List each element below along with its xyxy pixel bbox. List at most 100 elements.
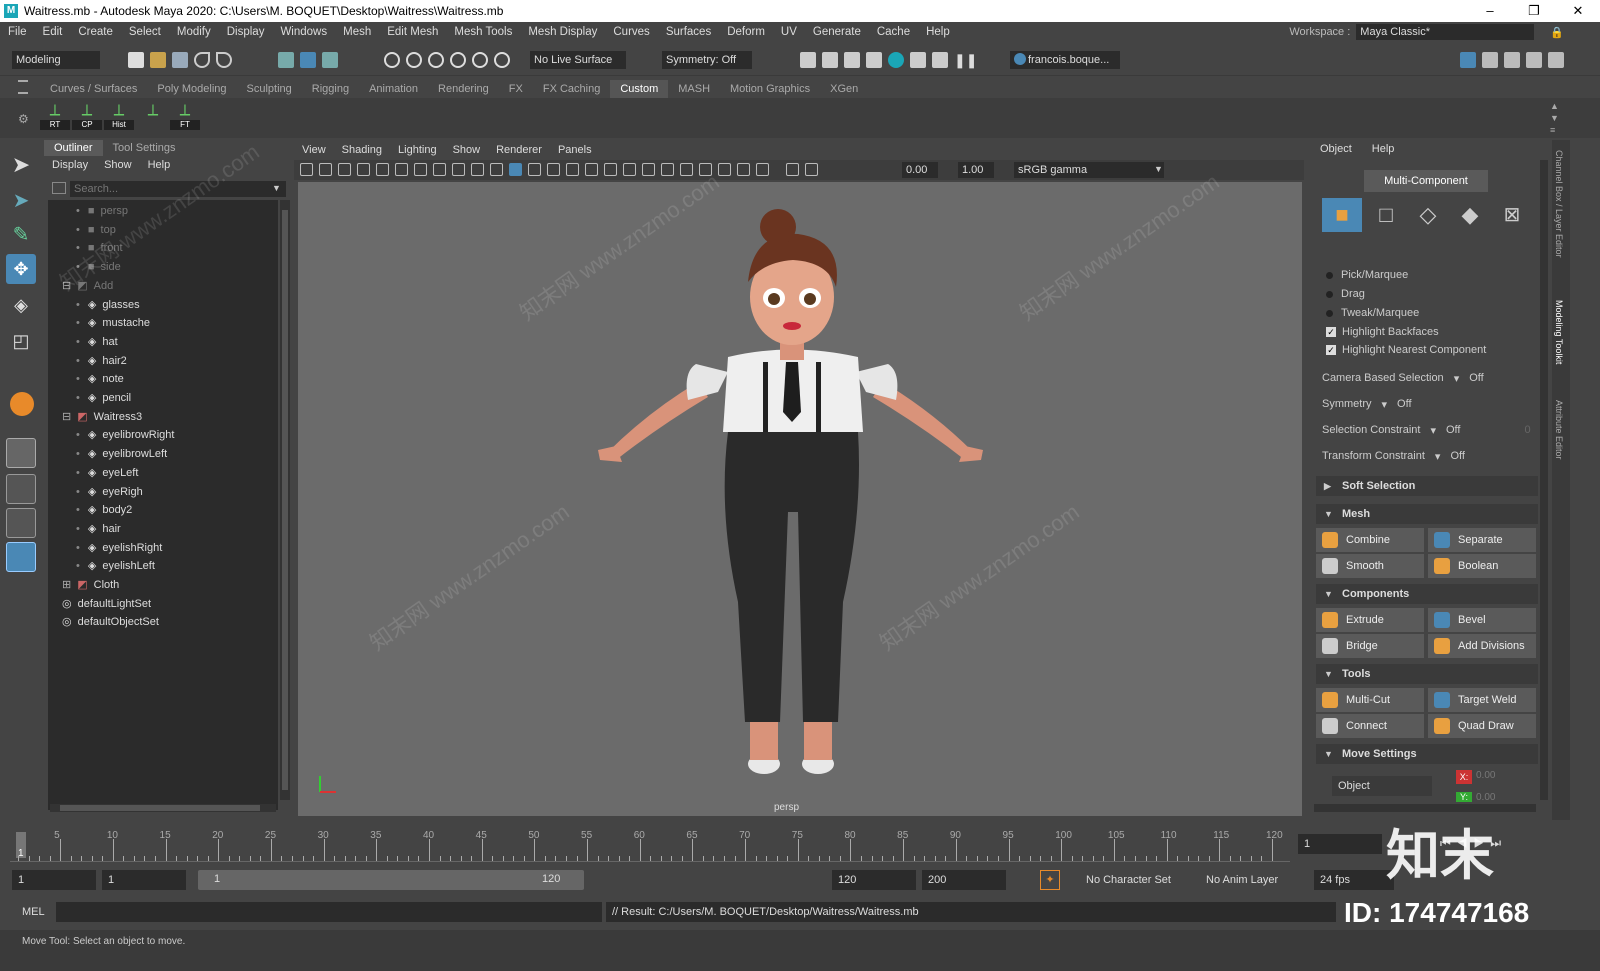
two-view-layout-icon[interactable] <box>6 508 36 538</box>
shelf-tab-sculpting[interactable]: Sculpting <box>237 80 302 98</box>
outliner-item[interactable]: • ◈ hair <box>76 520 121 538</box>
select-component-icon[interactable] <box>322 52 338 68</box>
outliner-item[interactable]: • ◈ eyelishRight <box>76 539 162 557</box>
menu-uv[interactable]: UV <box>773 26 805 38</box>
lock-icon[interactable]: 🔒 <box>1550 26 1564 39</box>
snap-grid-icon[interactable] <box>384 52 400 68</box>
character-controls-icon[interactable] <box>1482 52 1498 68</box>
face-mode-icon[interactable]: ◆ <box>1450 198 1490 232</box>
anti-aliasing-icon[interactable] <box>642 163 655 176</box>
menu-edit-mesh[interactable]: Edit Mesh <box>379 26 446 38</box>
outliner-item[interactable]: • ◈ hair2 <box>76 352 127 370</box>
mtk-menu-object[interactable]: Object <box>1310 143 1362 155</box>
target-weld-button[interactable]: Target Weld <box>1428 688 1536 712</box>
viewport-menu-view[interactable]: View <box>294 144 334 156</box>
rotate-tool-icon[interactable]: ◈ <box>6 290 36 320</box>
save-scene-icon[interactable] <box>172 52 188 68</box>
ambient-occlusion-icon[interactable] <box>604 163 617 176</box>
expand-toggle-icon[interactable]: ⊟ <box>62 411 71 423</box>
xray-active-icon[interactable] <box>737 163 750 176</box>
move-settings-section[interactable]: Move Settings <box>1316 744 1538 764</box>
menu-mesh[interactable]: Mesh <box>335 26 379 38</box>
select-hierarchy-icon[interactable] <box>278 52 294 68</box>
extrude-button[interactable]: Extrude <box>1316 608 1424 632</box>
drag-radio[interactable]: Drag <box>1326 288 1365 300</box>
tab-tool-settings[interactable]: Tool Settings <box>103 140 186 156</box>
section-tools[interactable]: Tools <box>1316 664 1538 684</box>
edge-mode-icon[interactable]: ◇ <box>1408 198 1448 232</box>
outliner-item[interactable]: • ■ top <box>76 221 116 239</box>
tab-outliner[interactable]: Outliner <box>44 140 103 156</box>
expand-toggle-icon[interactable]: ⊟ <box>62 280 71 292</box>
outliner-item[interactable]: • ◈ body2 <box>76 501 132 519</box>
shelf-button-rt[interactable]: ⟂ RT <box>40 102 70 130</box>
shelf-tab-mash[interactable]: MASH <box>668 80 720 98</box>
shelf-menu-icon[interactable] <box>18 80 28 94</box>
vertex-mode-icon[interactable]: □ <box>1366 198 1406 232</box>
menu-curves[interactable]: Curves <box>605 26 657 38</box>
safe-title-icon[interactable] <box>490 163 503 176</box>
grid-icon[interactable] <box>376 163 389 176</box>
shelf-tab-fx[interactable]: FX <box>499 80 533 98</box>
prop-camera-based-selection[interactable]: Camera Based Selection ▾ Off <box>1322 372 1484 385</box>
outliner-item[interactable]: • ◈ note <box>76 370 124 388</box>
image-plane-icon[interactable] <box>357 163 370 176</box>
menu-help[interactable]: Help <box>918 26 958 38</box>
shelf-tab-animation[interactable]: Animation <box>359 80 428 98</box>
outliner-item[interactable]: • ■ side <box>76 258 121 276</box>
symmetry-select[interactable]: Symmetry: Off <box>662 51 752 69</box>
menu-create[interactable]: Create <box>70 26 121 38</box>
outliner-item[interactable]: • ◈ eyelibrowRight <box>76 426 174 444</box>
menu-windows[interactable]: Windows <box>272 26 335 38</box>
snap-view-icon[interactable] <box>450 52 466 68</box>
prop-value[interactable]: Off <box>1450 450 1464 463</box>
backface-culling-icon[interactable] <box>756 163 769 176</box>
viewport-menu-renderer[interactable]: Renderer <box>488 144 550 156</box>
anim-layer-select[interactable]: No Anim Layer <box>1200 870 1300 890</box>
four-view-layout-icon[interactable] <box>6 474 36 504</box>
smooth-button[interactable]: Smooth <box>1316 554 1424 578</box>
tab-channel-box[interactable]: Channel Box / Layer Editor <box>1554 150 1564 258</box>
bevel-button[interactable]: Bevel <box>1428 608 1536 632</box>
axis-x-value[interactable]: 0.00 <box>1476 770 1495 781</box>
outliner-search-input[interactable] <box>70 181 286 197</box>
smooth-shade-icon[interactable] <box>528 163 541 176</box>
outliner-menu-help[interactable]: Help <box>140 159 179 171</box>
close-button[interactable]: ✕ <box>1556 0 1600 22</box>
menu-file[interactable]: File <box>0 26 35 38</box>
outliner-item[interactable]: • ■ persp <box>76 202 128 220</box>
shelf-tab-rendering[interactable]: Rendering <box>428 80 499 98</box>
modeling-toolkit-toggle-icon[interactable] <box>1460 52 1476 68</box>
exposure-field[interactable]: 0.00 <box>902 162 938 178</box>
gate-mask-icon[interactable] <box>433 163 446 176</box>
expand-toggle-icon[interactable]: ⊞ <box>62 579 71 591</box>
prop-symmetry[interactable]: Symmetry ▾ Off <box>1322 398 1412 411</box>
channel-box-icon[interactable] <box>1548 52 1564 68</box>
lasso-tool-icon[interactable]: ➤ <box>6 186 36 216</box>
scale-tool-icon[interactable]: ◰ <box>6 326 36 356</box>
menu-mesh-tools[interactable]: Mesh Tools <box>446 26 520 38</box>
user-account-button[interactable]: francois.boque... <box>1010 51 1120 69</box>
camera-select-icon[interactable] <box>300 163 313 176</box>
shelf-scroll-icon[interactable]: ▲ ▼ ≡ <box>1550 100 1559 136</box>
camera-attributes-icon[interactable] <box>319 163 332 176</box>
prop-value[interactable]: Off <box>1446 424 1460 437</box>
shelf-button-hist[interactable]: ⟂ Hist <box>104 102 134 130</box>
xray-icon[interactable] <box>699 163 712 176</box>
use-all-lights-icon[interactable] <box>566 163 579 176</box>
outliner-item[interactable]: • ◈ mustache <box>76 314 150 332</box>
shelf-tab-custom[interactable]: Custom <box>610 80 669 98</box>
tab-attribute-editor[interactable]: Attribute Editor <box>1554 400 1564 460</box>
highlight-backfaces-checkbox[interactable]: ✓ Highlight Backfaces <box>1326 326 1439 338</box>
tool-settings-icon[interactable] <box>1526 52 1542 68</box>
bridge-button[interactable]: Bridge <box>1316 634 1424 658</box>
outliner-item[interactable]: ◎ defaultLightSet <box>62 595 151 613</box>
search-dropdown-icon[interactable]: ▼ <box>272 183 281 193</box>
maximize-button[interactable]: ❐ <box>1512 0 1556 22</box>
auto-key-icon[interactable]: ✦ <box>1040 870 1060 890</box>
outliner-item[interactable]: • ■ front <box>76 239 123 257</box>
tab-modeling-toolkit[interactable]: Modeling Toolkit <box>1554 300 1564 364</box>
field-chart-icon[interactable] <box>452 163 465 176</box>
wireframe-icon[interactable] <box>509 163 522 176</box>
render-view-icon[interactable] <box>800 52 816 68</box>
